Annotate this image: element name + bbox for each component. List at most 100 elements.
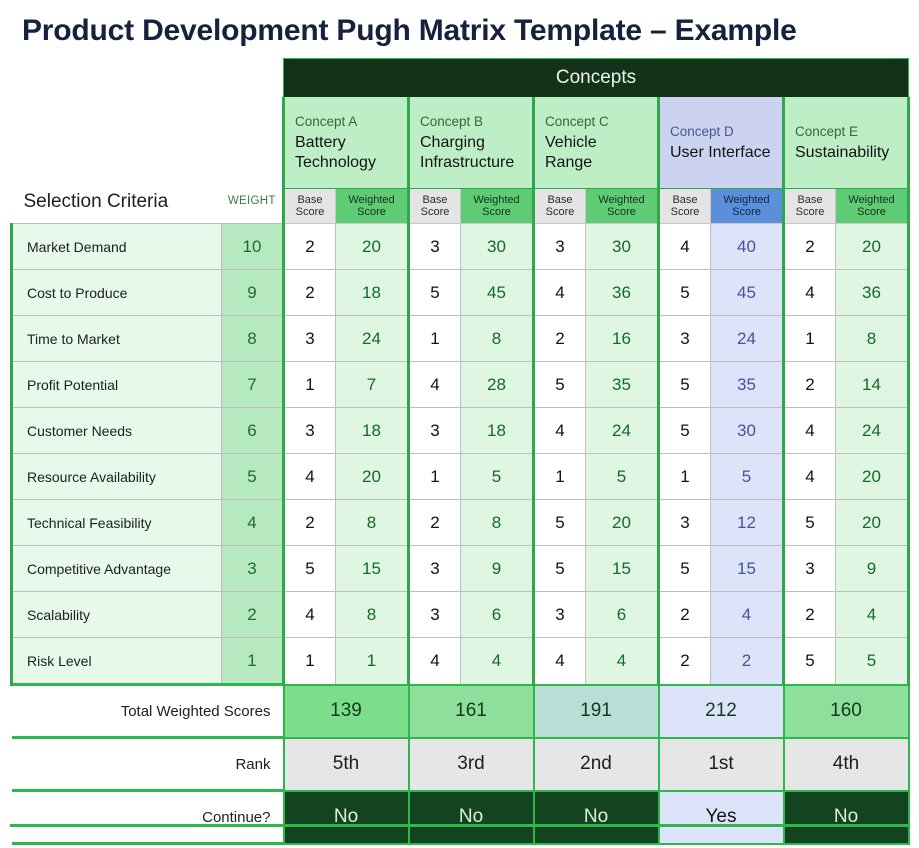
base-score-cell[interactable]: 2 xyxy=(282,269,336,316)
criteria-name: Risk Level xyxy=(10,637,222,685)
base-score-cell[interactable]: 3 xyxy=(282,407,336,454)
base-score-cell[interactable]: 5 xyxy=(782,499,836,546)
continue-cell[interactable]: No xyxy=(532,789,660,845)
base-score-cell[interactable]: 5 xyxy=(282,545,336,592)
weighted-score-cell: 2 xyxy=(710,637,785,685)
base-score-cell[interactable]: 3 xyxy=(407,223,461,270)
base-score-cell[interactable]: 4 xyxy=(532,407,586,454)
weighted-score-cell: 28 xyxy=(460,361,535,408)
base-score-cell[interactable]: 2 xyxy=(532,315,586,362)
base-score-cell[interactable]: 4 xyxy=(407,637,461,685)
base-score-cell[interactable]: 5 xyxy=(657,407,711,454)
base-score-cell[interactable]: 2 xyxy=(782,591,836,638)
continue-cell[interactable]: No xyxy=(782,789,910,845)
weighted-score-cell: 20 xyxy=(585,499,660,546)
concept-header-e[interactable]: Concept E Sustainability xyxy=(781,97,911,189)
total-weighted-scores-row: Total Weighted Scores 139 161 191 212 160 xyxy=(11,683,910,739)
base-score-cell[interactable]: 1 xyxy=(407,453,461,500)
weighted-score-cell: 15 xyxy=(335,545,410,592)
base-score-cell[interactable]: 3 xyxy=(407,407,461,454)
base-score-cell[interactable]: 4 xyxy=(782,269,836,316)
base-score-cell[interactable]: 4 xyxy=(782,407,836,454)
base-score-cell[interactable]: 5 xyxy=(657,361,711,408)
base-score-cell[interactable]: 1 xyxy=(282,361,336,408)
weighted-score-cell: 15 xyxy=(710,545,785,592)
base-score-cell[interactable]: 4 xyxy=(407,361,461,408)
base-score-cell[interactable]: 5 xyxy=(532,361,586,408)
rank-cell: 2nd xyxy=(532,736,660,792)
weighted-score-cell: 30 xyxy=(585,223,660,270)
weighted-score-cell: 18 xyxy=(335,269,410,316)
base-score-cell[interactable]: 3 xyxy=(657,315,711,362)
base-score-cell[interactable]: 5 xyxy=(782,637,836,685)
base-score-cell[interactable]: 3 xyxy=(657,499,711,546)
base-score-cell[interactable]: 3 xyxy=(532,223,586,270)
base-score-cell[interactable]: 2 xyxy=(657,591,711,638)
base-score-cell[interactable]: 5 xyxy=(657,545,711,592)
criteria-weight: 10 xyxy=(221,223,285,270)
base-score-cell[interactable]: 2 xyxy=(282,223,336,270)
base-score-cell[interactable]: 4 xyxy=(782,453,836,500)
weighted-score-cell: 14 xyxy=(834,361,911,408)
base-score-cell[interactable]: 5 xyxy=(532,545,586,592)
weighted-score-cell: 35 xyxy=(585,361,660,408)
weighted-score-cell: 18 xyxy=(335,407,410,454)
weighted-score-cell: 16 xyxy=(585,315,660,362)
base-score-cell[interactable]: 2 xyxy=(657,637,711,685)
weighted-score-cell: 4 xyxy=(585,637,660,685)
base-score-cell[interactable]: 4 xyxy=(532,269,586,316)
pugh-matrix-table: Concepts Concept A Battery Technology Conce… xyxy=(10,58,911,845)
criteria-row: Time to Market 8 3 24 1 8 2 16 3 24 1 8 xyxy=(10,315,911,362)
base-score-cell[interactable]: 5 xyxy=(532,499,586,546)
weighted-score-header-a: Weighted Score xyxy=(335,188,410,224)
concept-header-b[interactable]: Concept B Charging Infrastructure xyxy=(407,97,535,189)
base-score-cell[interactable]: 3 xyxy=(532,591,586,638)
base-score-cell[interactable]: 2 xyxy=(282,499,336,546)
continue-cell[interactable]: No xyxy=(407,789,535,845)
concept-id-label: Concept A xyxy=(295,114,358,129)
base-score-cell[interactable]: 1 xyxy=(532,453,586,500)
base-score-cell[interactable]: 3 xyxy=(282,315,336,362)
rank-cell: 4th xyxy=(782,736,910,792)
criteria-row: Cost to Produce 9 2 18 5 45 4 36 5 45 4 36 xyxy=(10,269,911,316)
concept-id-label: Concept C xyxy=(545,114,609,129)
base-score-cell[interactable]: 2 xyxy=(407,499,461,546)
weighted-score-cell: 40 xyxy=(710,223,785,270)
base-score-cell[interactable]: 1 xyxy=(282,637,336,685)
weight-label: WEIGHT xyxy=(227,195,276,208)
continue-cell[interactable]: No xyxy=(282,789,410,845)
base-score-cell[interactable]: 4 xyxy=(282,591,336,638)
base-score-header-a: Base Score xyxy=(282,188,336,224)
base-score-cell[interactable]: 3 xyxy=(407,545,461,592)
selection-criteria-label: Selection Criteria xyxy=(23,190,169,212)
base-score-cell[interactable]: 1 xyxy=(657,453,711,500)
weighted-score-cell: 24 xyxy=(834,407,911,454)
base-score-cell[interactable]: 5 xyxy=(407,269,461,316)
weighted-score-cell: 5 xyxy=(710,453,785,500)
weighted-score-cell: 8 xyxy=(460,315,535,362)
weighted-score-cell: 4 xyxy=(834,591,911,638)
base-score-cell[interactable]: 2 xyxy=(782,361,836,408)
base-score-cell[interactable]: 1 xyxy=(407,315,461,362)
base-score-cell[interactable]: 4 xyxy=(532,637,586,685)
base-score-cell[interactable]: 4 xyxy=(282,453,336,500)
concept-header-a[interactable]: Concept A Battery Technology xyxy=(282,97,410,189)
base-score-cell[interactable]: 3 xyxy=(782,545,836,592)
concept-header-c[interactable]: Concept C Vehicle Range xyxy=(532,97,660,189)
concept-header-d[interactable]: Concept D User Interface xyxy=(657,97,785,189)
weighted-score-cell: 4 xyxy=(710,591,785,638)
base-score-cell[interactable]: 4 xyxy=(657,223,711,270)
criteria-name: Scalability xyxy=(10,591,222,638)
criteria-weight: 3 xyxy=(221,545,285,592)
base-score-cell[interactable]: 3 xyxy=(407,591,461,638)
criteria-row: Customer Needs 6 3 18 3 18 4 24 5 30 4 24 xyxy=(10,407,911,454)
base-score-cell[interactable]: 2 xyxy=(782,223,836,270)
concepts-banner-row: Concepts xyxy=(11,58,910,97)
weighted-score-cell: 8 xyxy=(460,499,535,546)
base-score-cell[interactable]: 1 xyxy=(782,315,836,362)
weighted-score-cell: 20 xyxy=(834,223,911,270)
continue-cell[interactable]: Yes xyxy=(657,789,785,845)
weighted-score-cell: 6 xyxy=(460,591,535,638)
criteria-weight: 6 xyxy=(221,407,285,454)
base-score-cell[interactable]: 5 xyxy=(657,269,711,316)
